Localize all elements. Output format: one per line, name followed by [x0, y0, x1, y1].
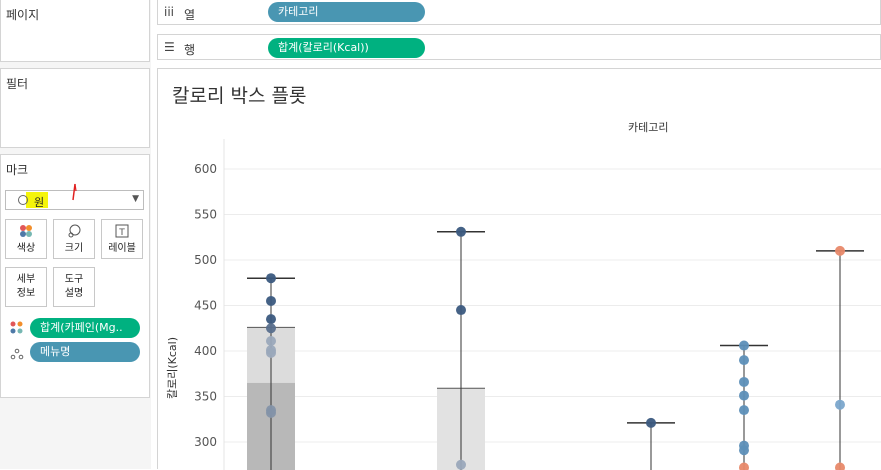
- columns-shelf-label: 열: [184, 8, 196, 22]
- columns-pill[interactable]: 카테고리: [268, 2, 425, 22]
- rows-shelf[interactable]: ☰ 행 합계(칼로리(Kcal)): [157, 34, 881, 60]
- pages-card[interactable]: 페이지: [0, 0, 150, 62]
- marks-title: 마크: [6, 163, 29, 177]
- data-point: [266, 323, 276, 334]
- y-tick-label: 450: [194, 299, 217, 313]
- y-tick-label: 550: [194, 208, 217, 222]
- box-plot-chart[interactable]: 300 350 400 450 500 550 600: [158, 69, 881, 470]
- data-point: [266, 314, 276, 325]
- data-point: [266, 295, 276, 306]
- rows-shelf-label: 행: [184, 43, 196, 57]
- filters-card[interactable]: 필터: [0, 68, 150, 148]
- svg-text:T: T: [118, 228, 125, 238]
- columns-shelf[interactable]: iii 열 카테고리: [157, 0, 881, 25]
- detail-button[interactable]: 세부 정보: [5, 267, 47, 307]
- label-button-label: 레이블: [108, 243, 136, 254]
- rows-icon: ☰: [164, 40, 175, 54]
- left-panel: 페이지 필터 마크 원 ▼ 색상 크기 T 레이블 세부 정보 도구 설명 합계…: [0, 0, 151, 469]
- data-point: [739, 355, 749, 366]
- viz-area: 칼로리 박스 플롯 카테고리 칼로리(Kcal) 300 350 400 450 500…: [157, 68, 881, 470]
- data-point: [739, 340, 749, 351]
- color-button-label: 색상: [16, 243, 36, 254]
- detail-field-pill[interactable]: 메뉴명: [30, 342, 140, 362]
- data-point: [835, 399, 845, 410]
- data-point: [739, 445, 749, 456]
- circle-mark-icon: [18, 195, 28, 205]
- color-button[interactable]: 색상: [5, 219, 47, 259]
- pages-title: 페이지: [6, 8, 40, 22]
- red-pen-annotation: [72, 183, 77, 201]
- label-button[interactable]: T 레이블: [101, 219, 143, 259]
- marks-card: 마크 원 ▼ 색상 크기 T 레이블 세부 정보 도구 설명 합계(카페인(Mg…: [0, 154, 150, 398]
- data-point: [739, 376, 749, 387]
- data-point: [835, 245, 845, 256]
- detail-dots-icon: [10, 347, 24, 364]
- y-tick-label: 400: [194, 344, 217, 358]
- tooltip-button-label: 도구 설명: [64, 274, 84, 299]
- detail-button-label: 세부 정보: [16, 274, 36, 299]
- mark-type-label: 원: [34, 196, 45, 209]
- data-point: [456, 305, 466, 316]
- data-point: [739, 405, 749, 416]
- data-point: [739, 390, 749, 401]
- data-point: [266, 273, 276, 284]
- data-point: [646, 417, 656, 428]
- tooltip-button[interactable]: 도구 설명: [53, 267, 95, 307]
- y-tick-label: 350: [194, 390, 217, 404]
- color-field-pill[interactable]: 합계(카페인(Mg..: [30, 318, 140, 338]
- rows-pill[interactable]: 합계(칼로리(Kcal)): [268, 38, 425, 58]
- y-tick-label: 600: [194, 162, 217, 176]
- filters-title: 필터: [6, 77, 29, 91]
- color-dots-icon: [10, 321, 24, 338]
- data-point: [266, 347, 276, 358]
- data-point: [266, 335, 276, 346]
- data-point: [266, 407, 276, 418]
- y-tick-label: 500: [194, 253, 217, 267]
- columns-icon: iii: [164, 5, 175, 19]
- size-button[interactable]: 크기: [53, 219, 95, 259]
- size-button-label: 크기: [64, 243, 84, 254]
- y-tick-label: 300: [194, 435, 217, 449]
- data-point: [456, 459, 466, 470]
- data-point: [456, 226, 466, 237]
- chevron-down-icon: ▼: [132, 194, 139, 204]
